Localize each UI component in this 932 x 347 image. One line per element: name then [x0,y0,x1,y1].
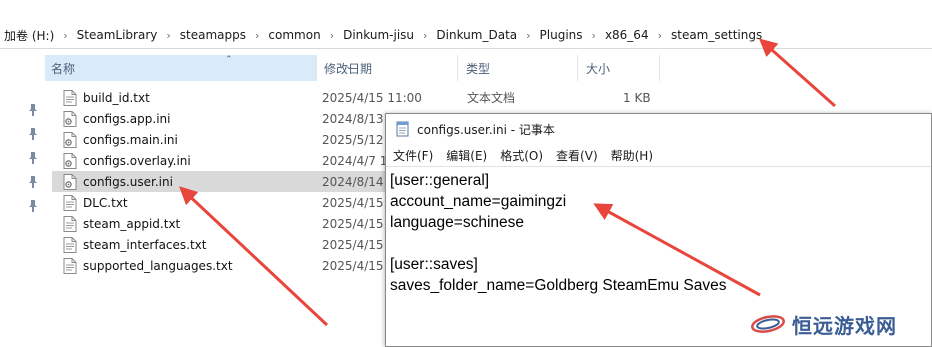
column-name-label: 名称 [51,61,76,76]
column-size-label: 大小 [586,61,611,76]
notepad-icon [396,121,409,137]
notepad-text-line: [user::general] [390,172,490,189]
file-date: 2025/4/15 [322,195,384,210]
file-name: DLC.txt [83,195,128,210]
file-date: 2025/5/12 [322,132,384,147]
file-name: configs.main.ini [83,132,178,147]
breadcrumb-separator-icon[interactable]: › [58,29,72,42]
file-row[interactable]: configs.user.ini 2024/8/14 [52,171,392,192]
file-name: steam_appid.txt [83,216,181,231]
file-name: build_id.txt [83,90,150,105]
file-date: 2025/4/15 [322,258,384,273]
column-header-type[interactable]: 类型 [460,55,578,81]
pin-icon [24,98,42,122]
notepad-text-line [390,233,927,254]
file-name: steam_interfaces.txt [83,237,207,252]
text-file-icon [63,257,77,274]
breadcrumb-separator-icon[interactable]: › [250,29,264,42]
text-file-icon [63,215,77,232]
column-header-bar: 名称 ⌃ ⌄ 修改日期 类型 大小 [0,55,932,81]
ini-file-icon [63,131,77,148]
file-date: 2024/4/7 1 [322,153,388,168]
watermark-text: 恒远游戏网 [792,313,897,338]
breadcrumb-separator-icon[interactable]: › [418,29,432,42]
breadcrumb-item[interactable]: Plugins [536,28,587,42]
notepad-menu-item[interactable]: 编辑(E) [446,147,487,164]
file-date: 2025/4/15 [322,237,384,252]
file-name: supported_languages.txt [83,258,233,273]
pin-icon [24,122,42,146]
breadcrumb-separator-icon[interactable]: › [521,29,535,42]
column-date-label: 修改日期 [324,61,373,76]
pin-column [24,98,42,218]
watermark-swoosh-icon [751,315,785,333]
pin-icon [24,194,42,218]
file-row[interactable]: build_id.txt 2025/4/15 11:00 文本文档 1 KB [57,87,717,108]
text-file-icon [63,89,77,106]
notepad-menu-item[interactable]: 格式(O) [500,147,543,164]
breadcrumb-separator-icon[interactable]: › [161,29,175,42]
ini-file-icon [63,152,77,169]
text-file-icon [63,236,77,253]
breadcrumb-item[interactable]: Dinkum-jisu [339,28,418,42]
file-date: 2025/4/15 [322,216,384,231]
column-type-label: 类型 [466,61,491,76]
breadcrumb-item[interactable]: 加卷 (H:) [0,27,58,44]
watermark-logo: 恒远游戏网 [750,309,897,339]
text-file-icon [63,194,77,211]
breadcrumb-item[interactable]: x86_64 [601,28,653,42]
notepad-menu-item[interactable]: 查看(V) [556,147,598,164]
notepad-text-line: saves_folder_name=Goldberg SteamEmu Save… [390,277,727,294]
ini-file-icon [63,110,77,127]
file-date: 2025/4/15 11:00 [322,90,422,105]
column-header-size[interactable]: 大小 [580,55,660,81]
breadcrumb: 加卷 (H:) › SteamLibrary › steamapps › common › Di… [0,22,932,49]
file-date: 2024/8/13 [322,111,384,126]
breadcrumb-item[interactable]: Dinkum_Data [432,28,521,42]
notepad-text-line: account_name=gaimingzi [390,193,567,210]
breadcrumb-separator-icon[interactable]: › [325,29,339,42]
sort-ascending-icon: ⌃ [225,55,233,65]
breadcrumb-item[interactable]: common [264,28,324,42]
file-type: 文本文档 [467,91,516,105]
notepad-text-line: language=schinese [390,214,525,231]
notepad-menu-item[interactable]: 帮助(H) [611,147,653,164]
ini-file-icon [63,173,77,190]
notepad-menu-bar: 文件(F) 编辑(E) 格式(O) 查看(V) 帮助(H) [386,144,931,166]
notepad-title-bar[interactable]: configs.user.ini - 记事本 [386,114,931,144]
breadcrumb-item[interactable]: steamapps [176,28,250,42]
file-size: 1 KB [623,90,651,105]
notepad-menu-item[interactable]: 文件(F) [393,147,433,164]
column-header-name[interactable]: 名称 ⌃ ⌄ [45,55,353,81]
column-header-date[interactable]: 修改日期 [318,55,458,81]
file-name: configs.overlay.ini [83,153,191,168]
breadcrumb-separator-icon[interactable]: › [653,29,667,42]
breadcrumb-item[interactable]: steam_settings [667,28,766,42]
file-name: configs.user.ini [83,174,173,189]
breadcrumb-separator-icon[interactable]: › [587,29,601,42]
notepad-title: configs.user.ini - 记事本 [417,122,555,137]
notepad-text-line: [user::saves] [390,256,478,273]
pin-icon [24,170,42,194]
pin-icon [24,146,42,170]
breadcrumb-item[interactable]: SteamLibrary [73,28,162,42]
file-date: 2024/8/14 [322,174,384,189]
file-name: configs.app.ini [83,111,171,126]
